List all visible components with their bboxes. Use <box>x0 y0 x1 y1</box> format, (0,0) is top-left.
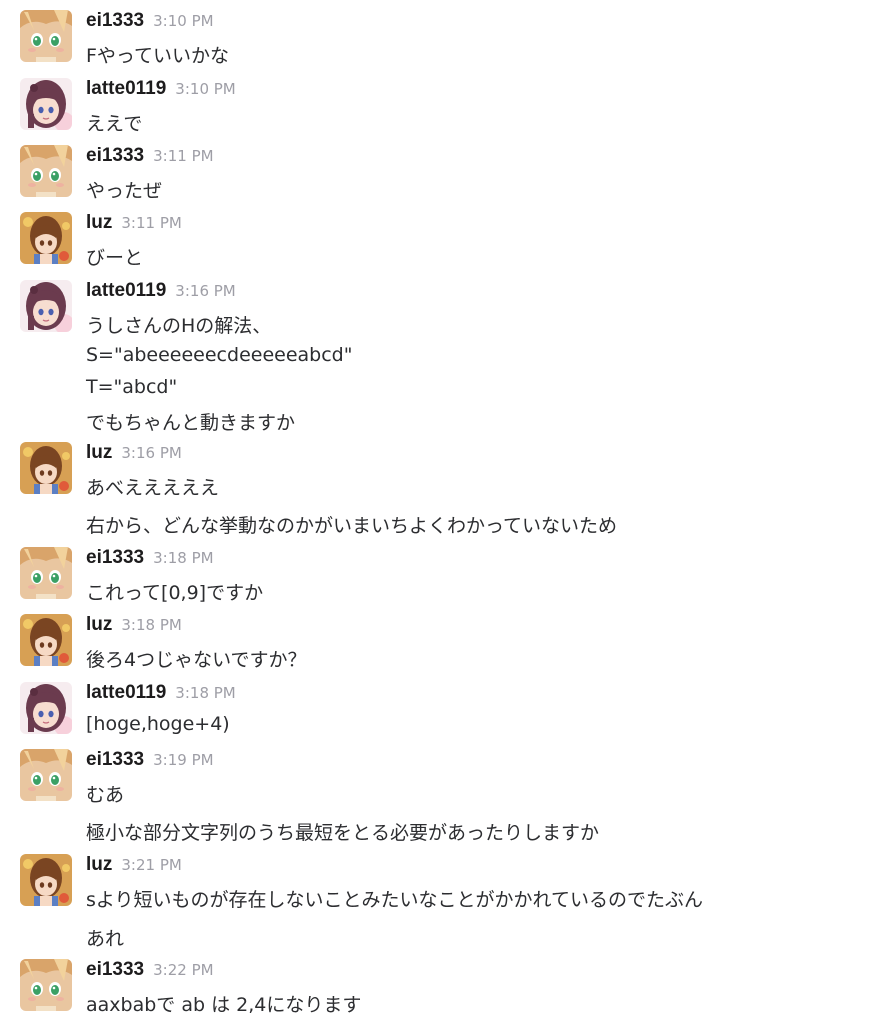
timestamp[interactable]: 3:22 PM <box>153 961 213 979</box>
ei1333-avatar[interactable] <box>20 547 72 599</box>
username[interactable]: luz <box>86 212 112 233</box>
message-text: でもちゃんと動きますか <box>86 412 296 434</box>
timestamp[interactable]: 3:11 PM <box>121 214 181 232</box>
luz-avatar[interactable] <box>20 442 72 494</box>
timestamp[interactable]: 3:21 PM <box>121 856 181 874</box>
latte0119-avatar[interactable] <box>20 280 72 332</box>
timestamp[interactable]: 3:18 PM <box>121 616 181 634</box>
latte0119-avatar[interactable] <box>20 682 72 734</box>
message-text: [hoge,hoge+4) <box>86 713 230 735</box>
message-text: ええで <box>86 113 143 135</box>
username[interactable]: ei1333 <box>86 959 144 980</box>
username[interactable]: latte0119 <box>86 78 166 99</box>
username[interactable]: ei1333 <box>86 145 144 166</box>
chat-message-list: ei1333 3:10 PM Fやっていいかな latte0119 3:10 PM ええで… <box>0 0 873 1024</box>
latte0119-avatar[interactable] <box>20 78 72 130</box>
timestamp[interactable]: 3:19 PM <box>153 751 213 769</box>
message-header: luz 3:11 PM <box>86 212 182 236</box>
ei1333-avatar[interactable] <box>20 10 72 62</box>
ei1333-avatar[interactable] <box>20 749 72 801</box>
luz-avatar[interactable] <box>20 212 72 264</box>
message-text: うしさんのHの解法、 <box>86 315 272 337</box>
message-header: luz 3:16 PM <box>86 442 182 466</box>
timestamp[interactable]: 3:16 PM <box>175 282 235 300</box>
message-header: luz 3:21 PM <box>86 854 182 878</box>
username[interactable]: ei1333 <box>86 547 144 568</box>
timestamp[interactable]: 3:16 PM <box>121 444 181 462</box>
message-header: latte0119 3:16 PM <box>86 280 236 304</box>
timestamp[interactable]: 3:18 PM <box>153 549 213 567</box>
username[interactable]: luz <box>86 442 112 463</box>
message-text: sより短いものが存在しないことみたいなことがかかれているのでたぶん <box>86 889 703 911</box>
message-text: T="abcd" <box>86 376 178 398</box>
luz-avatar[interactable] <box>20 854 72 906</box>
message-header: latte0119 3:10 PM <box>86 78 236 102</box>
ei1333-avatar[interactable] <box>20 145 72 197</box>
message-header: ei1333 3:22 PM <box>86 959 214 983</box>
username[interactable]: luz <box>86 854 112 875</box>
message-text: これって[0,9]ですか <box>86 582 264 604</box>
message-text: あれ <box>86 928 125 950</box>
message-text: 極小な部分文字列のうち最短をとる必要があったりしますか <box>86 822 600 844</box>
timestamp[interactable]: 3:11 PM <box>153 147 213 165</box>
message-text: S="abeeeeeecdeeeeeabcd" <box>86 344 353 366</box>
message-text: 後ろ4つじゃないですか？ <box>86 649 307 671</box>
message-text: Fやっていいかな <box>86 45 229 67</box>
ei1333-avatar[interactable] <box>20 959 72 1011</box>
message-text: やったぜ <box>86 180 163 202</box>
message-header: ei1333 3:18 PM <box>86 547 214 571</box>
username[interactable]: ei1333 <box>86 749 144 770</box>
username[interactable]: luz <box>86 614 112 635</box>
username[interactable]: ei1333 <box>86 10 144 31</box>
message-header: ei1333 3:10 PM <box>86 10 214 34</box>
username[interactable]: latte0119 <box>86 682 166 703</box>
timestamp[interactable]: 3:10 PM <box>153 12 213 30</box>
message-text: むあ <box>86 784 125 806</box>
message-header: ei1333 3:11 PM <box>86 145 214 169</box>
message-text: 右から、どんな挙動なのかがいまいちよくわかっていないため <box>86 515 618 537</box>
luz-avatar[interactable] <box>20 614 72 666</box>
username[interactable]: latte0119 <box>86 280 166 301</box>
message-text: aaxbabで ab は 2,4になります <box>86 994 362 1016</box>
timestamp[interactable]: 3:18 PM <box>175 684 235 702</box>
message-header: luz 3:18 PM <box>86 614 182 638</box>
message-text: びーと <box>86 247 144 269</box>
message-header: latte0119 3:18 PM <box>86 682 236 706</box>
message-header: ei1333 3:19 PM <box>86 749 214 773</box>
timestamp[interactable]: 3:10 PM <box>175 80 235 98</box>
message-text: あべえええええ <box>86 477 220 499</box>
